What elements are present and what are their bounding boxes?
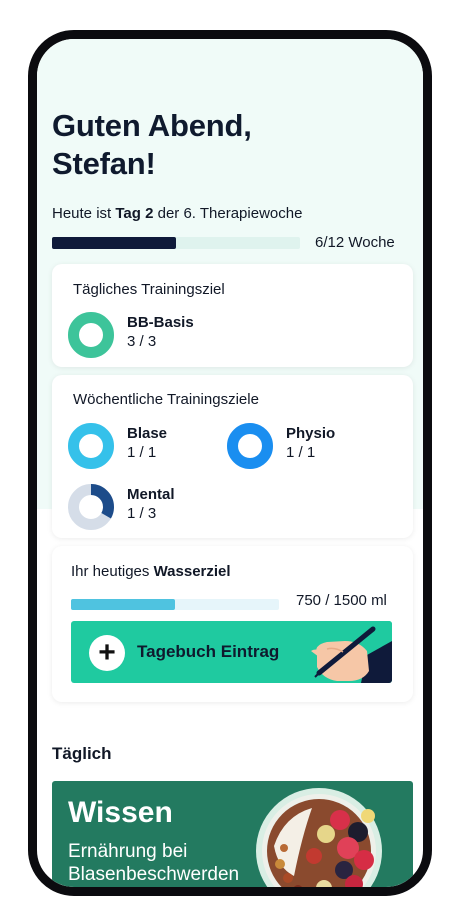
water-card: Ihr heutiges Wasserziel 750 / 1500 ml + … [52, 546, 413, 702]
phone-frame: Guten Abend, Stefan! Heute ist Tag 2 der… [28, 30, 432, 896]
app-screen: Guten Abend, Stefan! Heute ist Tag 2 der… [37, 39, 423, 887]
diary-entry-button[interactable]: + Tagebuch Eintrag [71, 621, 392, 683]
plus-icon: + [89, 635, 125, 671]
week-progress-bar [52, 237, 300, 249]
greeting-line-2: Stefan! [52, 146, 156, 181]
knowledge-subtitle: Ernährung bei Blasenbeschwerden [68, 841, 240, 885]
week-progress-label: 6/12 Woche [315, 234, 395, 251]
water-progress-bar [71, 599, 279, 610]
diary-entry-label: Tagebuch Eintrag [137, 642, 280, 661]
daily-goal-title: Tägliches Trainingsziel [73, 281, 225, 298]
therapy-day-text: Heute ist Tag 2 der 6. Therapiewoche [52, 205, 302, 222]
therapy-prefix: Heute ist [52, 205, 116, 222]
ring-progress-arc [68, 312, 114, 358]
therapy-day: Tag 2 [115, 205, 154, 222]
mental-ring-icon [68, 484, 114, 530]
physio-ring-icon [227, 423, 273, 469]
goal-count: 1 / 3 [127, 505, 157, 522]
ring-progress-arc [68, 423, 114, 469]
ring-progress-arc [227, 423, 273, 469]
pen-hand-icon [293, 621, 392, 683]
goal-name: Physio [286, 425, 336, 442]
goal-count: 1 / 1 [127, 444, 157, 461]
goal-name: BB-Basis [127, 314, 194, 331]
goal-count: 1 / 1 [286, 444, 316, 461]
water-highlight: Wasserziel [153, 563, 231, 580]
water-progress-fill [71, 599, 175, 610]
goal-name: Mental [127, 486, 175, 503]
water-prefix: Ihr heutiges [71, 563, 154, 580]
weekly-goals-title: Wöchentliche Trainingsziele [73, 391, 259, 408]
daily-section-title: Täglich [52, 744, 112, 763]
greeting: Guten Abend, Stefan! [52, 107, 252, 183]
weekly-goals-card[interactable]: Wöchentliche Trainingsziele Blase 1 / 1 … [52, 375, 413, 538]
goal-name: Blase [127, 425, 168, 442]
bb-basis-ring-icon [68, 312, 114, 358]
knowledge-card[interactable]: Wissen Ernährung bei Blasenbeschwerden [52, 781, 413, 887]
blase-ring-icon [68, 423, 114, 469]
greeting-line-1: Guten Abend, [52, 108, 252, 143]
goal-count: 3 / 3 [127, 333, 157, 350]
knowledge-title: Wissen [68, 796, 173, 829]
bowl-image [256, 788, 382, 887]
water-title: Ihr heutiges Wasserziel [71, 563, 231, 580]
week-progress-fill [52, 237, 176, 249]
water-amount: 750 / 1500 ml [296, 592, 387, 609]
therapy-suffix: der 6. Therapiewoche [153, 205, 303, 222]
daily-goal-card[interactable]: Tägliches Trainingsziel BB-Basis 3 / 3 [52, 264, 413, 367]
